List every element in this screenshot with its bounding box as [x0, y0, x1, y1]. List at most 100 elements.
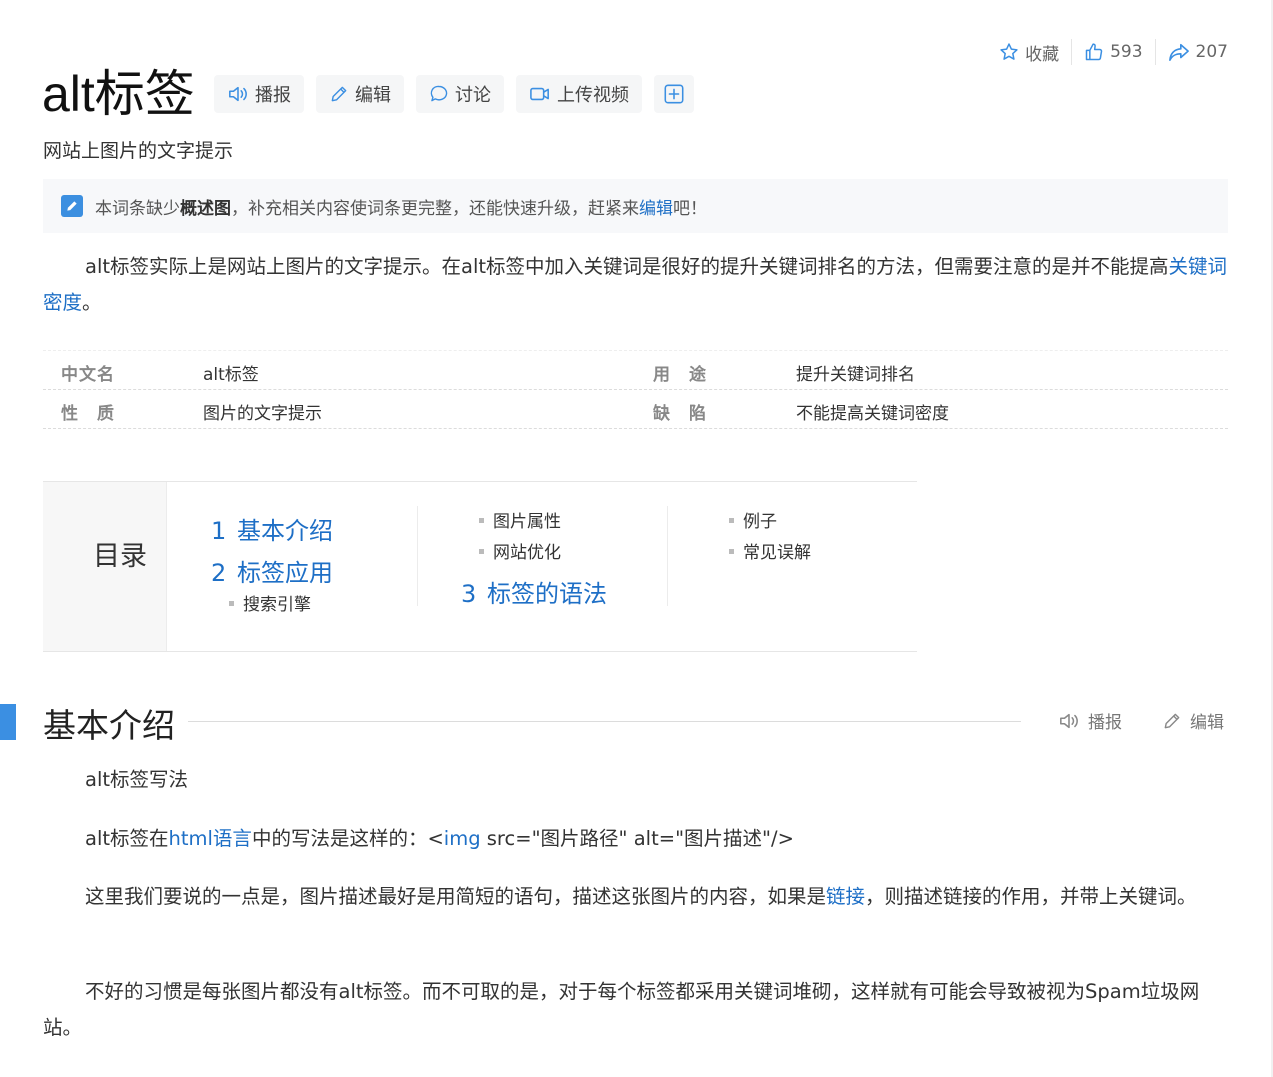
page-title: alt标签	[42, 66, 195, 122]
text: 中的写法是这样的：<	[251, 827, 444, 850]
section-broadcast-button[interactable]: 播报	[1058, 708, 1122, 733]
edit-label: 编辑	[355, 85, 391, 106]
toc-label: 标签应用	[237, 559, 333, 587]
text: alt标签在	[85, 827, 169, 850]
toc-title: 目录	[93, 541, 147, 572]
bullet	[729, 517, 734, 523]
missing-image-notice: 本词条缺少 概述图 ，补充相关内容使词条更完整，还能快速升级，赶紧来 编辑 吧！	[43, 179, 1228, 233]
basic-info-table: 中文名 alt标签 用 途 提升关键词排名 性 质 图片的文字提示 缺 陷 不能…	[43, 350, 1228, 429]
info-value: alt标签	[203, 365, 259, 385]
body-paragraph-3: 这里我们要说的一点是，图片描述最好是用简短的语句，描述这张图片的内容，如果是链接…	[43, 879, 1228, 915]
video-camera-icon	[529, 84, 551, 104]
toc-number: 3	[461, 580, 477, 608]
summary-text: alt标签实际上是网站上图片的文字提示。在alt标签中加入关键词是很好的提升关键…	[85, 255, 1169, 278]
speaker-icon	[1058, 711, 1080, 731]
chat-bubble-icon	[429, 84, 449, 104]
pencil-icon	[1162, 711, 1182, 731]
toc-divider	[417, 506, 418, 606]
favorite-button[interactable]: 收藏	[999, 40, 1059, 65]
star-icon	[999, 42, 1019, 62]
add-button[interactable]	[654, 75, 694, 113]
broadcast-label: 播报	[255, 85, 291, 106]
divider	[1071, 39, 1073, 65]
table-of-contents: 目录 1 基本介绍 2 标签应用 搜索引擎 图片属性 网站优化 3 标签的语法 例子 …	[43, 481, 917, 652]
divider	[1154, 39, 1156, 65]
section-title: 基本介绍	[43, 706, 175, 745]
bullet	[729, 548, 734, 554]
info-value: 图片的文字提示	[203, 404, 322, 424]
pencil-icon	[329, 84, 349, 104]
toc-subitem-site-optimization[interactable]: 网站优化	[479, 538, 561, 563]
toc-sublabel: 图片属性	[493, 512, 561, 532]
section-accent-bar	[0, 704, 16, 740]
info-label: 用 途	[653, 365, 707, 385]
info-label: 性 质	[61, 404, 115, 424]
toc-label: 基本介绍	[237, 517, 333, 545]
toc-item-basic-intro[interactable]: 1 基本介绍	[211, 511, 333, 546]
upload-video-button[interactable]: 上传视频	[516, 75, 642, 113]
info-value: 不能提高关键词密度	[796, 404, 949, 424]
body-paragraph-1: alt标签写法	[85, 768, 189, 791]
toc-subitem-example[interactable]: 例子	[729, 507, 777, 532]
top-actions: 收藏 593 207	[999, 38, 1228, 66]
link-link[interactable]: 链接	[826, 885, 865, 908]
text: ，则描述链接的作用，并带上关键词。	[865, 885, 1197, 908]
toc-subitem-search-engine[interactable]: 搜索引擎	[229, 590, 311, 615]
info-row: 中文名 alt标签 用 途 提升关键词排名	[43, 350, 1228, 390]
info-value: 提升关键词排名	[796, 365, 915, 385]
bullet	[229, 600, 234, 606]
share-icon	[1168, 42, 1190, 62]
summary-paragraph: alt标签实际上是网站上图片的文字提示。在alt标签中加入关键词是很好的提升关键…	[43, 249, 1228, 321]
thumbs-up-icon	[1084, 42, 1104, 62]
favorite-label: 收藏	[1025, 44, 1060, 65]
broadcast-button[interactable]: 播报	[214, 75, 304, 113]
notice-bold: 概述图	[180, 198, 231, 219]
body-paragraph-2: alt标签在html语言中的写法是这样的：<img src="图片路径" alt…	[43, 821, 1228, 857]
notice-prefix: 本词条缺少	[95, 198, 180, 219]
info-label: 中文名	[61, 365, 115, 385]
toc-divider	[667, 506, 668, 606]
info-label: 缺 陷	[653, 404, 707, 424]
body-paragraph-4: 不好的习惯是每张图片都没有alt标签。而不可取的是，对于每个标签都采用关键词堆砌…	[43, 980, 1200, 1039]
toc-subitem-image-attribute[interactable]: 图片属性	[479, 507, 561, 532]
notice-suffix: 吧！	[673, 198, 707, 219]
toc-item-tag-application[interactable]: 2 标签应用	[211, 553, 333, 588]
img-link[interactable]: img	[444, 827, 481, 850]
toc-sublabel: 网站优化	[493, 543, 561, 563]
speaker-icon	[227, 84, 249, 104]
section-divider-line	[188, 721, 1021, 722]
notice-middle: ，补充相关内容使词条更完整，还能快速升级，赶紧来	[231, 198, 639, 219]
text: src="图片路径" alt="图片描述"/>	[480, 827, 794, 850]
page-subtitle: 网站上图片的文字提示	[43, 140, 234, 162]
toc-header: 目录	[43, 482, 167, 651]
toc-sublabel: 例子	[743, 512, 777, 532]
edit-button[interactable]: 编辑	[316, 75, 404, 113]
section-broadcast-label: 播报	[1088, 713, 1122, 733]
share-button[interactable]: 207	[1168, 42, 1228, 62]
share-count: 207	[1195, 42, 1228, 62]
plus-icon	[663, 83, 685, 105]
toc-sublabel: 搜索引擎	[243, 595, 311, 615]
notice-edit-link[interactable]: 编辑	[639, 194, 673, 219]
upload-video-label: 上传视频	[557, 85, 629, 106]
section-edit-label: 编辑	[1190, 713, 1224, 733]
toc-number: 1	[211, 517, 227, 545]
like-count: 593	[1110, 42, 1143, 62]
bullet	[479, 548, 484, 554]
discuss-label: 讨论	[455, 85, 491, 106]
html-language-link[interactable]: html语言	[169, 827, 252, 850]
section-edit-button[interactable]: 编辑	[1162, 708, 1224, 733]
toc-number: 2	[211, 559, 227, 587]
text: 这里我们要说的一点是，图片描述最好是用简短的语句，描述这张图片的内容，如果是	[85, 885, 827, 908]
toc-label: 标签的语法	[487, 580, 607, 608]
bullet	[479, 517, 484, 523]
title-buttons: 播报 编辑 讨论 上传视频	[214, 75, 694, 113]
toc-sublabel: 常见误解	[743, 543, 811, 563]
toc-subitem-misconceptions[interactable]: 常见误解	[729, 538, 811, 563]
toc-item-tag-syntax[interactable]: 3 标签的语法	[461, 574, 607, 609]
edit-note-icon	[61, 195, 83, 217]
like-button[interactable]: 593	[1084, 42, 1143, 62]
summary-end: 。	[82, 291, 102, 314]
info-row: 性 质 图片的文字提示 缺 陷 不能提高关键词密度	[43, 390, 1228, 429]
discuss-button[interactable]: 讨论	[416, 75, 504, 113]
